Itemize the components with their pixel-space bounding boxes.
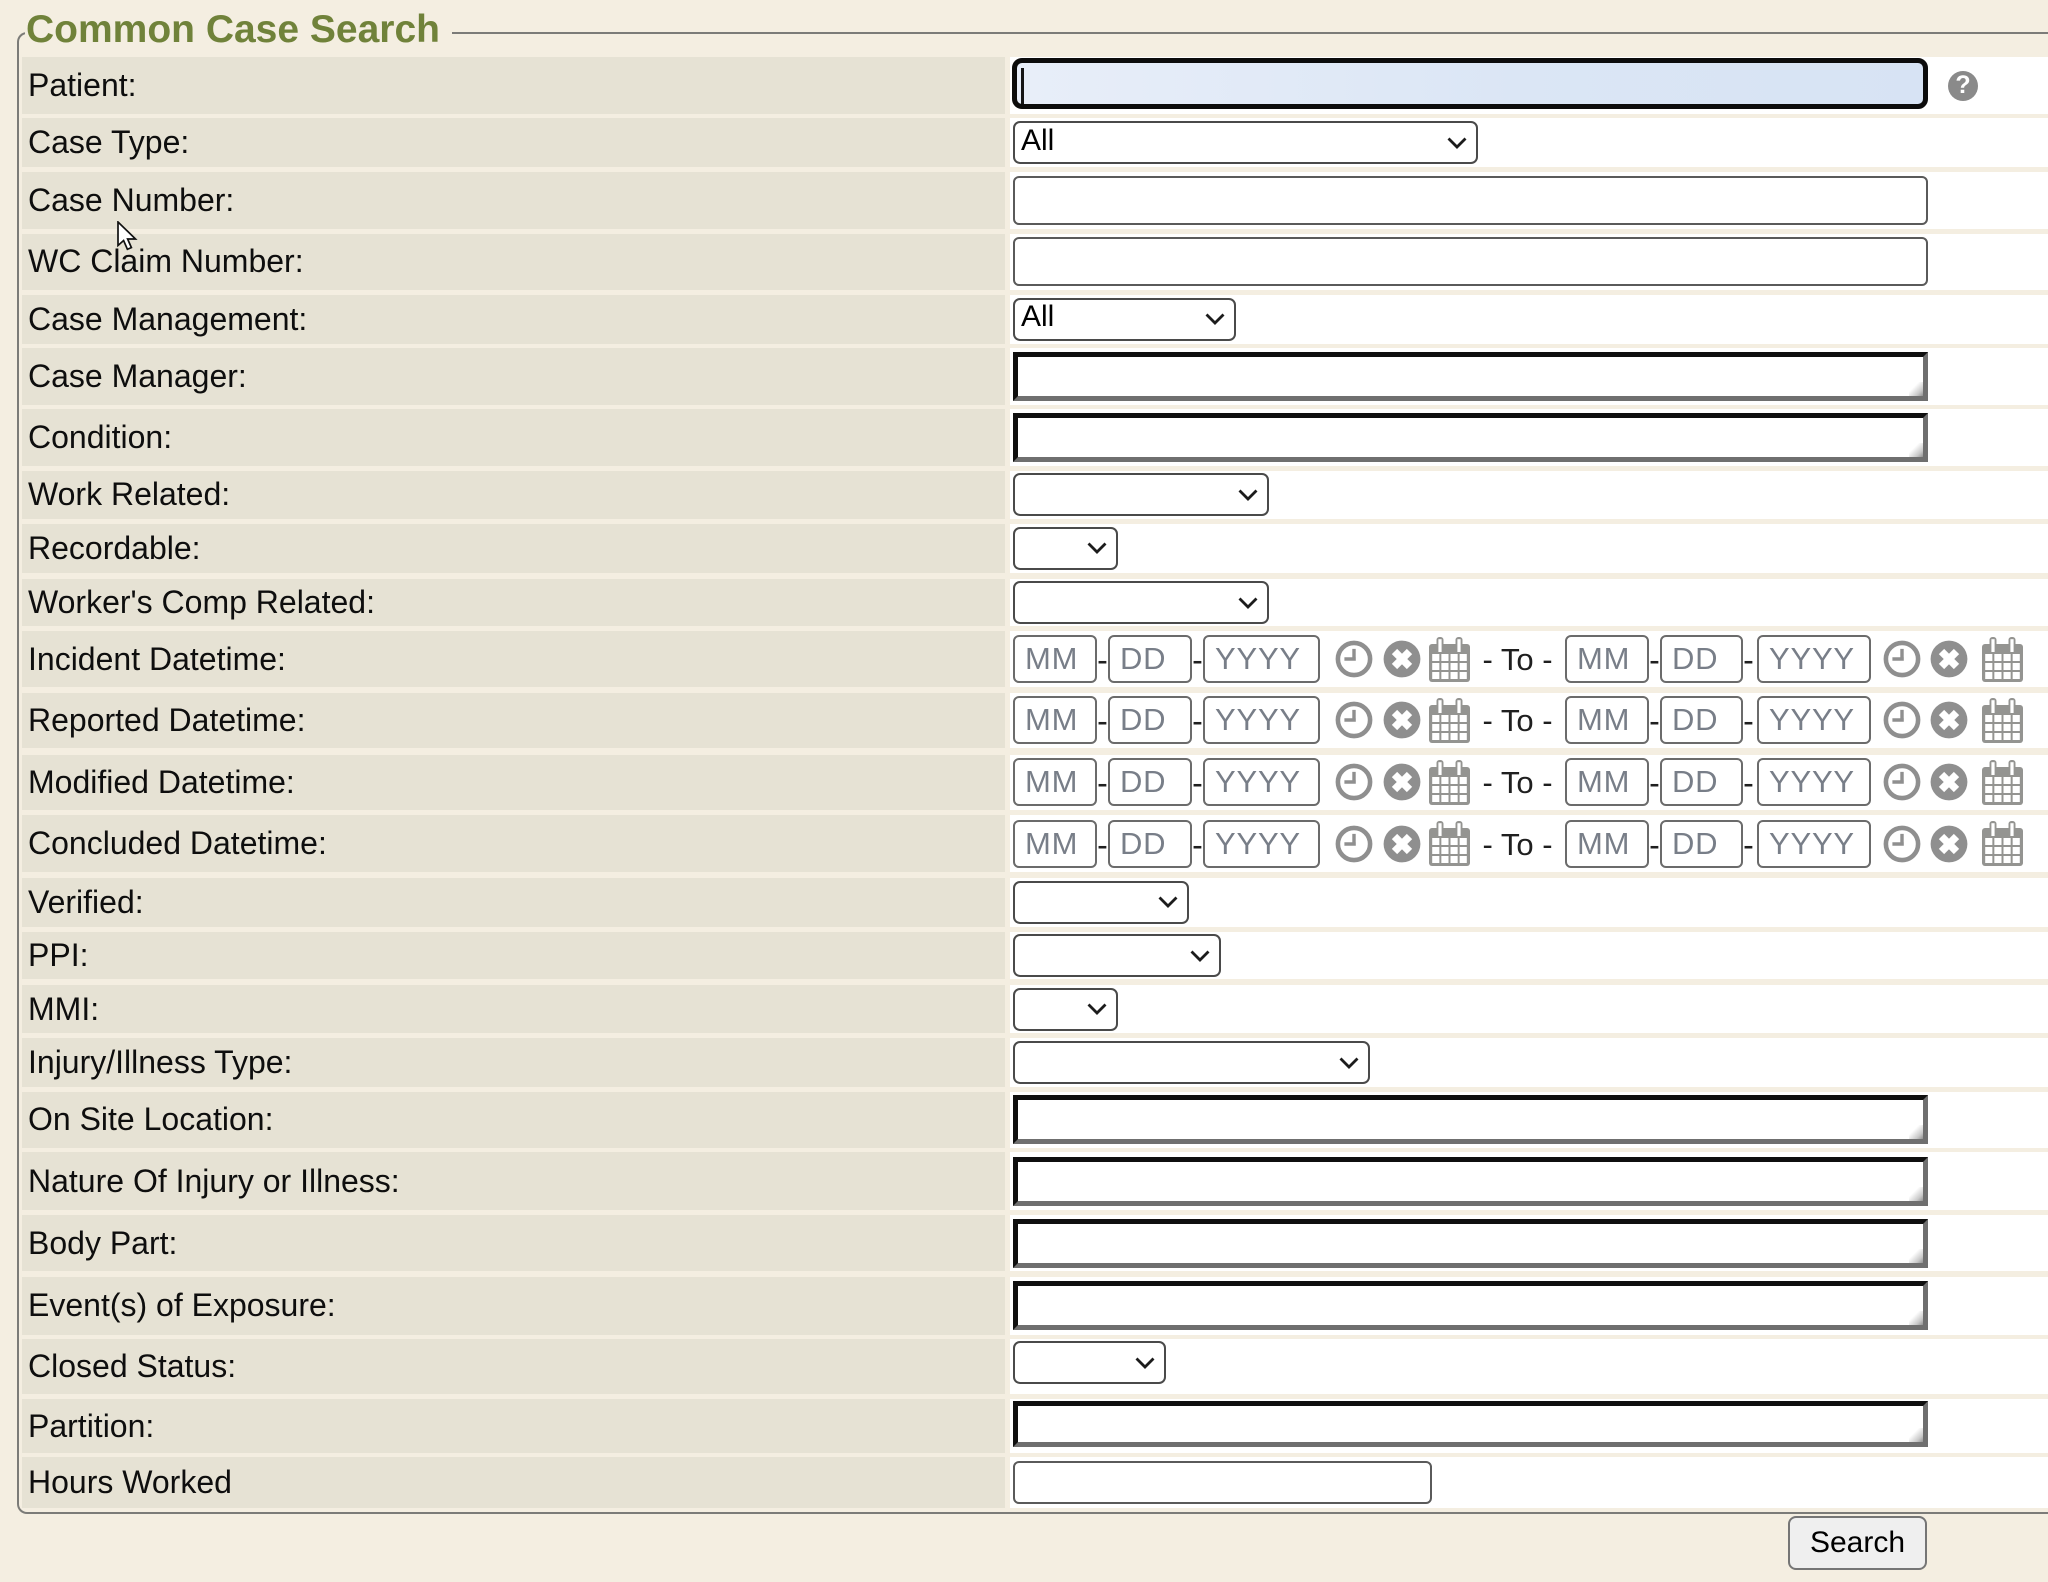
svg-text:?: ? — [1955, 71, 1970, 99]
